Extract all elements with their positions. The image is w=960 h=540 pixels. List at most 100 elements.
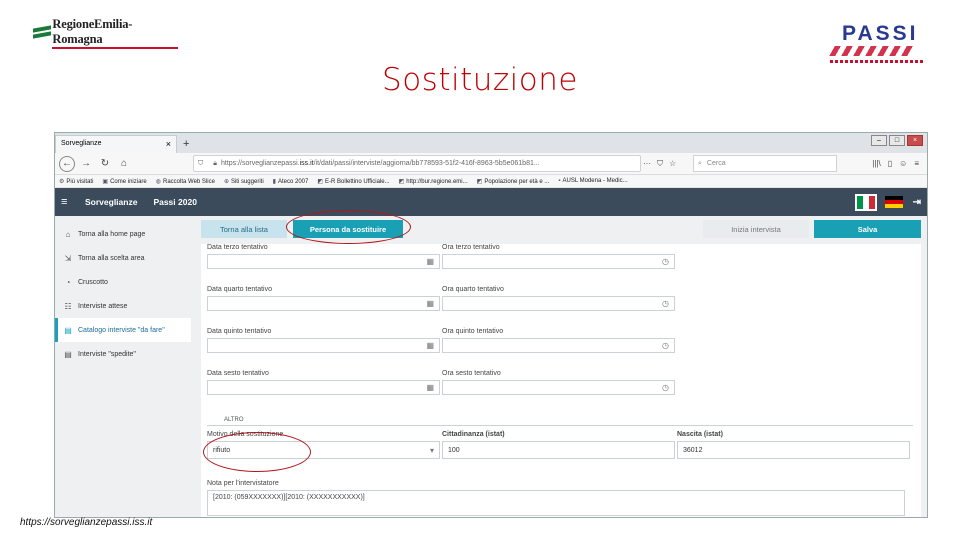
field-label: Data sesto tentativo bbox=[207, 370, 269, 377]
sidebar-item-interviste-attese[interactable]: ☷ Interviste attese bbox=[55, 294, 191, 318]
time-field: Ora quinto tentativo ◷ bbox=[442, 328, 675, 370]
bookmarks-bar: ⚙ Più visitati ▣ Come iniziare ◍ Raccolta W… bbox=[55, 175, 927, 188]
sidebar-item-cruscotto[interactable]: ◔ Cruscotto bbox=[55, 270, 191, 294]
date-input[interactable]: ▦ bbox=[207, 380, 440, 395]
sidebar-item-interviste-spedite[interactable]: ▤ Interviste "spedite" bbox=[55, 342, 191, 366]
save-button[interactable]: Salva bbox=[814, 220, 921, 238]
clock-icon[interactable]: ◷ bbox=[662, 257, 669, 266]
page-icon: ▪ bbox=[558, 178, 561, 184]
minimize-icon[interactable]: – bbox=[871, 135, 887, 146]
form-row-sesto: Data sesto tentativo ▦ Ora sesto tentativ… bbox=[207, 370, 917, 412]
field-label: Ora terzo tentativo bbox=[442, 244, 500, 251]
logout-icon[interactable]: ⇥ bbox=[913, 197, 921, 208]
hamburger-menu-icon[interactable]: ≡ bbox=[61, 196, 75, 208]
bookmark-star-icon[interactable]: ☆ bbox=[669, 159, 676, 169]
home-icon: ⌂ bbox=[65, 229, 71, 239]
nascita-label: Nascita (istat) bbox=[677, 431, 723, 438]
form-row-quarto: Data quarto tentativo ▦ Ora quarto tentat… bbox=[207, 286, 917, 328]
clipboard-icon: ▤ bbox=[64, 325, 72, 335]
time-field: Ora sesto tentativo ◷ bbox=[442, 370, 675, 412]
bookmark-item[interactable]: ◍ Raccolta Web Slice bbox=[156, 178, 215, 185]
time-input[interactable]: ◷ bbox=[442, 380, 675, 395]
cittadinanza-field: Cittadinanza (istat) 100 bbox=[442, 431, 675, 459]
form-row-altro: Motivo della sostituzione rifiuto ▾ Citta… bbox=[207, 431, 910, 459]
bookmark-item[interactable]: ◩ http://bur.regione.emi... bbox=[399, 178, 468, 185]
section-label-altro: ALTRO bbox=[224, 417, 244, 423]
browser-tab-label: Sorveglianze bbox=[61, 140, 102, 147]
field-label: Data quarto tentativo bbox=[207, 286, 272, 293]
toolbar-right: |||\ ▯ ☺ ≡ bbox=[872, 159, 923, 168]
interview-form: Data terzo tentativo ▦ Ora terzo tentativ… bbox=[201, 244, 921, 517]
cittadinanza-input[interactable]: 100 bbox=[442, 441, 675, 459]
field-label: Ora quarto tentativo bbox=[442, 286, 504, 293]
calendar-icon[interactable]: ▦ bbox=[426, 383, 434, 392]
passi-arrows-icon bbox=[829, 46, 915, 56]
close-tab-icon[interactable]: × bbox=[166, 140, 171, 149]
sidebar-item-label: Interviste "spedite" bbox=[78, 350, 136, 358]
gear-icon: ⚙ bbox=[59, 178, 65, 185]
exit-icon: ⇲ bbox=[64, 253, 72, 263]
date-input[interactable]: ▦ bbox=[207, 254, 440, 269]
pocket-icon[interactable]: ⛉ bbox=[657, 159, 663, 169]
search-input[interactable]: ⌕ Cerca bbox=[693, 155, 837, 172]
new-tab-icon[interactable]: + bbox=[177, 138, 195, 153]
time-input[interactable]: ◷ bbox=[442, 338, 675, 353]
bookmark-item[interactable]: ▮ Ateco 2007 bbox=[273, 178, 309, 185]
maximize-icon[interactable]: □ bbox=[889, 135, 905, 146]
bookmark-item[interactable]: ⚙ Più visitati bbox=[59, 178, 93, 185]
browser-tab[interactable]: Sorveglianze × bbox=[55, 135, 177, 153]
inizia-intervista-button[interactable]: Inizia intervista bbox=[703, 220, 809, 238]
torna-alla-lista-button[interactable]: Torna alla lista bbox=[201, 220, 287, 238]
home-icon[interactable]: ⌂ bbox=[116, 156, 132, 172]
italian-flag-button[interactable] bbox=[854, 193, 877, 211]
clock-icon[interactable]: ◷ bbox=[662, 383, 669, 392]
nota-textarea[interactable]: [2010: (059XXXXXXX)][2010: (XXXXXXXXXXX)… bbox=[207, 490, 905, 516]
window-close-icon[interactable]: × bbox=[907, 135, 923, 146]
main-content: Torna alla lista Persona da sostituire I… bbox=[197, 216, 927, 517]
search-placeholder: Cerca bbox=[706, 160, 726, 167]
url-path: /it/dati/passi/interviste/aggiorna/bb778… bbox=[313, 160, 540, 167]
app-header: ≡ Sorveglianze Passi 2020 ⇥ bbox=[55, 188, 927, 216]
bookmark-item[interactable]: ▪ AUSL Modena - Medic... bbox=[558, 178, 627, 184]
forward-arrow-icon[interactable]: → bbox=[78, 156, 94, 172]
calendar-icon[interactable]: ▦ bbox=[426, 341, 434, 350]
german-flag-icon[interactable] bbox=[884, 195, 903, 209]
flag-icon: ▮ bbox=[272, 178, 276, 185]
time-input[interactable]: ◷ bbox=[442, 254, 675, 269]
library-icon[interactable]: |||\ bbox=[872, 159, 880, 168]
back-arrow-icon[interactable]: ← bbox=[59, 155, 75, 172]
url-prefix: https://sorveglianzepassi. bbox=[220, 160, 300, 167]
bookmark-item[interactable]: ▣ Come iniziare bbox=[102, 178, 146, 185]
passi-logo-text: PASSI bbox=[842, 22, 919, 45]
bookmark-item[interactable]: ◩ E-R Bollettino Ufficiale... bbox=[317, 178, 389, 185]
date-field: Data quarto tentativo ▦ bbox=[207, 286, 440, 328]
calendar-icon[interactable]: ▦ bbox=[426, 257, 434, 266]
clock-icon[interactable]: ◷ bbox=[662, 341, 669, 350]
calendar-icon[interactable]: ▦ bbox=[426, 299, 434, 308]
sidebar-item-catalogo-da-fare[interactable]: ▤ Catalogo interviste "da fare" bbox=[55, 318, 191, 342]
page-actions-icon[interactable]: ··· bbox=[643, 159, 651, 169]
hamburger-menu-icon[interactable]: ≡ bbox=[914, 159, 919, 168]
section-divider bbox=[207, 425, 913, 426]
cittadinanza-value: 100 bbox=[448, 446, 460, 454]
chevron-down-icon[interactable]: ▾ bbox=[430, 446, 434, 455]
sidebar-toggle-icon[interactable]: ▯ bbox=[888, 159, 892, 168]
field-label: Ora quinto tentativo bbox=[442, 328, 504, 335]
account-icon[interactable]: ☺ bbox=[899, 159, 907, 168]
time-field: Ora terzo tentativo ◷ bbox=[442, 244, 675, 286]
reload-icon[interactable]: ↻ bbox=[97, 156, 113, 172]
nascita-value: 36012 bbox=[683, 446, 703, 454]
date-input[interactable]: ▦ bbox=[207, 338, 440, 353]
url-bar[interactable]: ⛉ 🔒︎ https://sorveglianzepassi. iss.it/it… bbox=[193, 155, 641, 172]
sidebar-item-scelta-area[interactable]: ⇲ Torna alla scelta area bbox=[55, 246, 191, 270]
date-input[interactable]: ▦ bbox=[207, 296, 440, 311]
time-input[interactable]: ◷ bbox=[442, 296, 675, 311]
nota-label: Nota per l'intervistatore bbox=[207, 480, 279, 487]
sidebar-item-home[interactable]: ⌂ Torna alla home page bbox=[55, 222, 191, 246]
nascita-input[interactable]: 36012 bbox=[677, 441, 910, 459]
bookmark-item[interactable]: ◩ Popolazione per età e ... bbox=[477, 178, 550, 185]
clipboard-check-icon: ▤ bbox=[64, 349, 72, 359]
bookmark-item[interactable]: ⊕ Siti suggeriti bbox=[224, 178, 264, 185]
clock-icon[interactable]: ◷ bbox=[662, 299, 669, 308]
regione-mark-icon bbox=[33, 25, 51, 41]
